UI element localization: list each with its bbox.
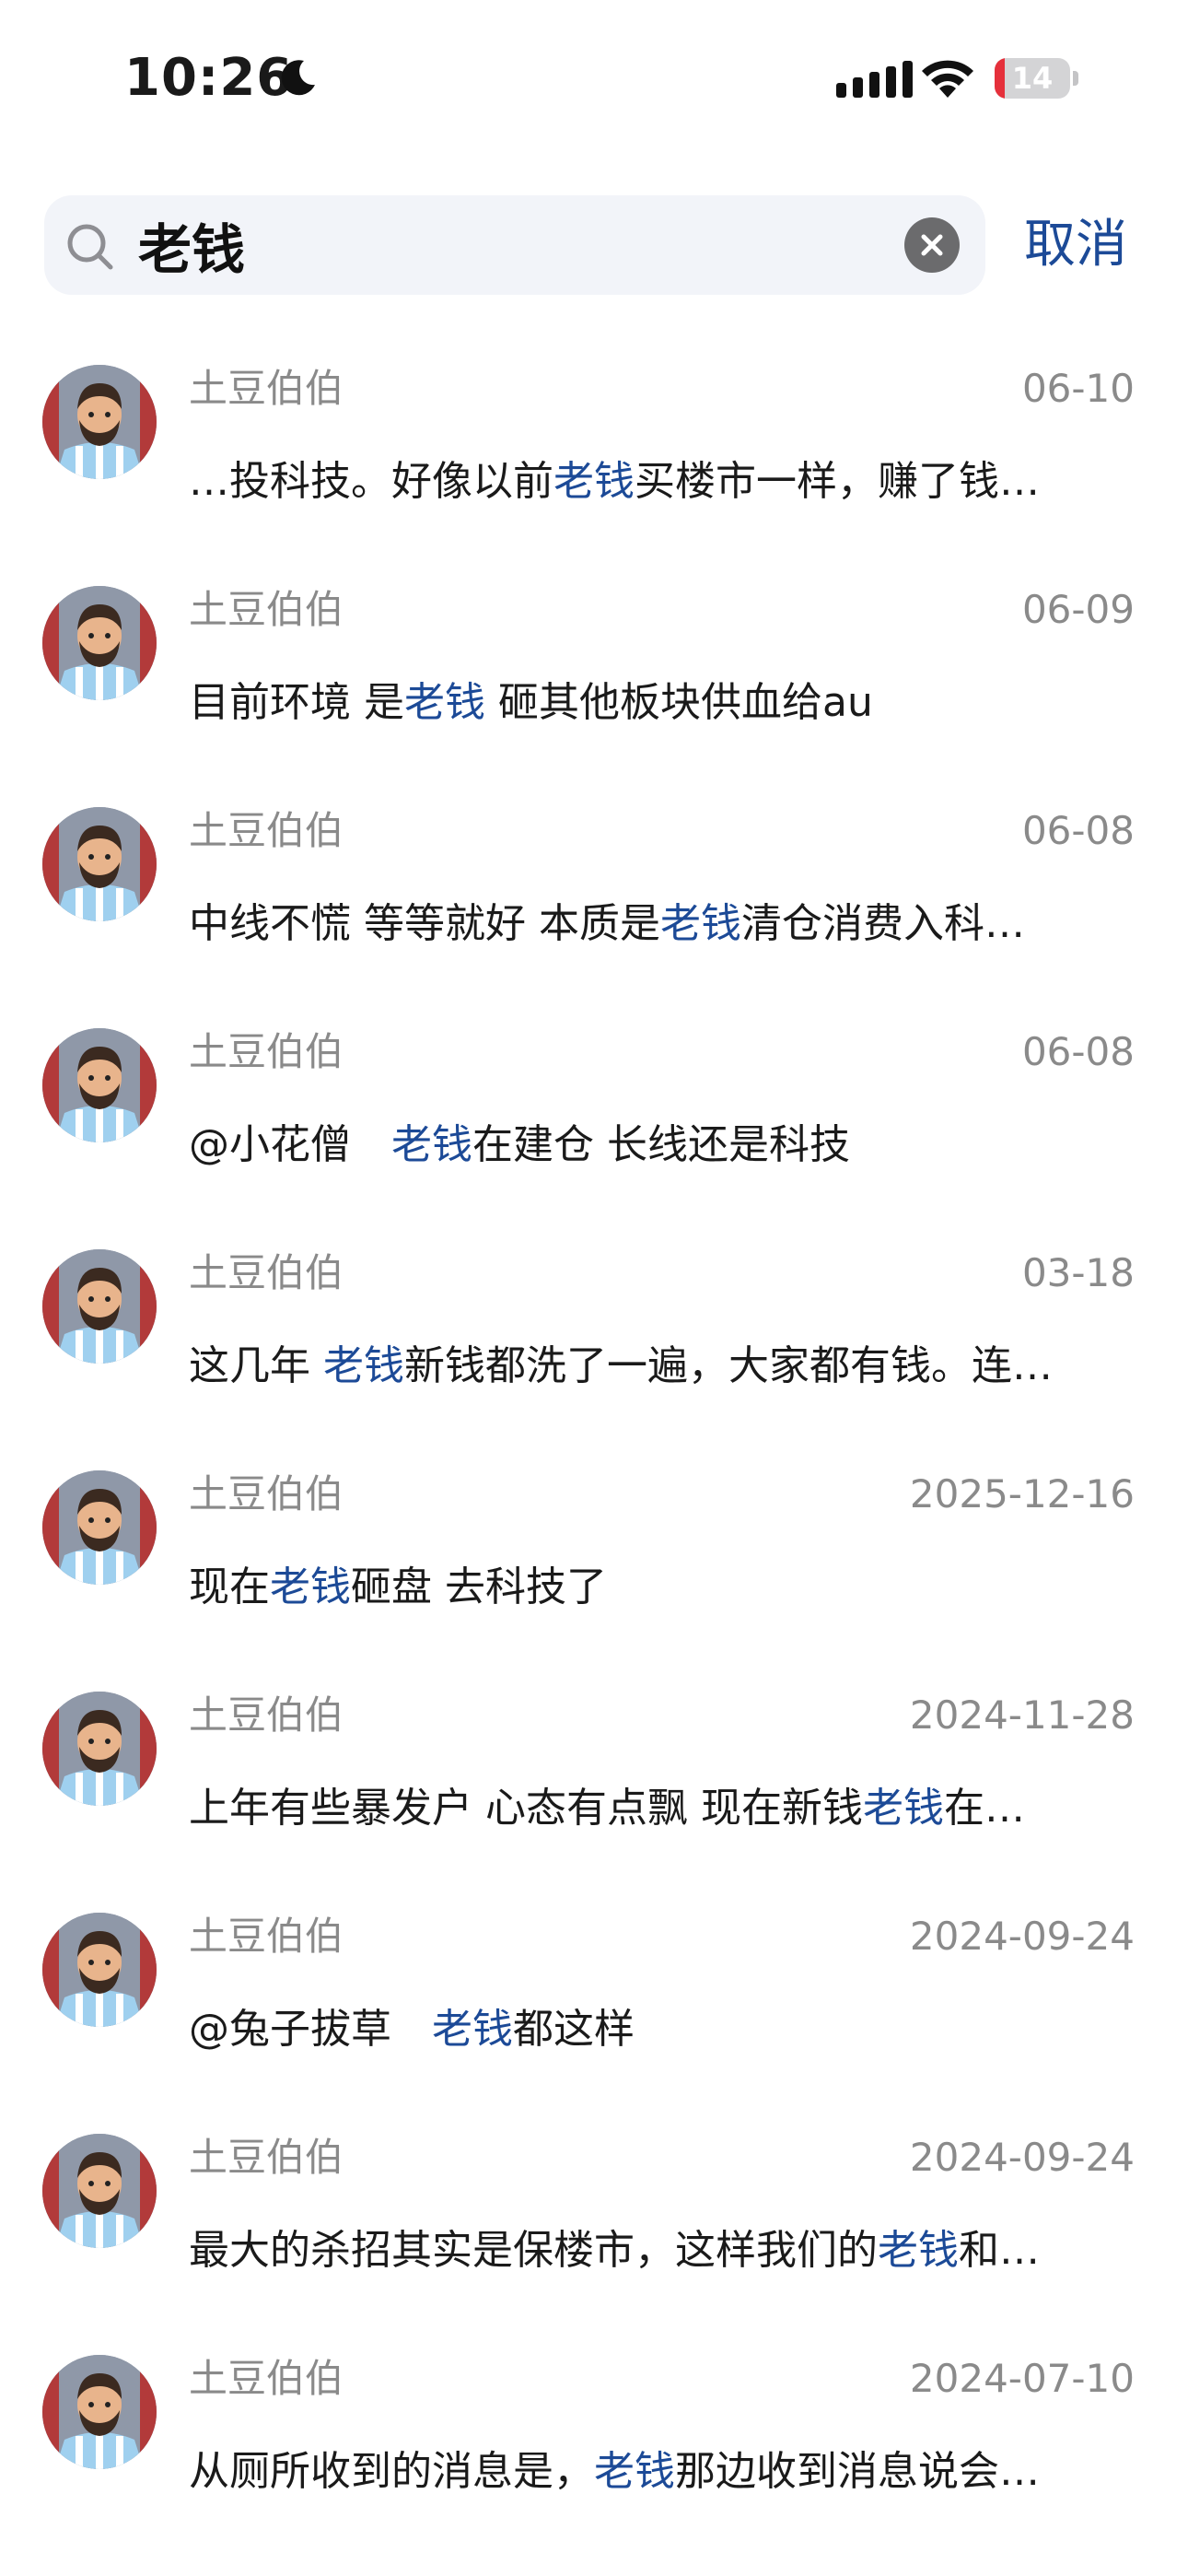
snippet-highlight: 老钱 [878,2227,959,2274]
snippet-post: 砸盘 去科技了 [351,1563,607,1610]
username: 土豆伯伯 [189,808,344,853]
avatar[interactable] [42,807,157,921]
post-date: 03-18 [1021,1250,1135,1295]
snippet-highlight: 老钱 [659,900,741,947]
list-item[interactable]: 土豆伯伯 03-18 这几年 老钱新钱都洗了一遍，大家都有钱。连… [0,1235,1188,1456]
snippet-post: 在… [943,1785,1025,1832]
snippet-post: 和… [959,2227,1040,2274]
list-item[interactable]: 土豆伯伯 06-08 中线不慌 等等就好 本质是老钱清仓消费入科… [0,792,1188,1013]
username: 土豆伯伯 [189,1471,344,1516]
snippet-highlight: 老钱 [594,2448,675,2495]
avatar[interactable] [42,1692,157,1806]
post-date: 2024-07-10 [909,2356,1135,2401]
snippet-post: 都这样 [513,2006,635,2053]
username: 土豆伯伯 [189,1029,344,1074]
snippet-post: 清仓消费入科… [740,900,1025,947]
snippet-pre: 上年有些暴发户 心态有点飘 现在新钱 [189,1785,863,1832]
snippet-post: 买楼市一样，赚了钱… [635,458,1040,505]
post-date: 2025-12-16 [909,1471,1135,1516]
snippet-pre: 从厕所收到的消息是， [189,2448,594,2495]
post-date: 06-10 [1021,366,1135,411]
avatar[interactable] [42,586,157,700]
post-date: 2024-11-28 [909,1692,1135,1738]
avatar[interactable] [42,2134,157,2248]
username: 土豆伯伯 [189,366,344,411]
snippet-highlight: 老钱 [391,1121,472,1168]
comment-snippet: 从厕所收到的消息是，老钱那边收到消息说会… [189,2443,1137,2500]
list-item[interactable]: 土豆伯伯 2024-09-24 @兔子拔草 老钱都这样 [0,1898,1188,2119]
snippet-post: 新钱都洗了一遍，大家都有钱。连… [404,1342,1053,1389]
list-item[interactable]: 土豆伯伯 2024-07-10 从厕所收到的消息是，老钱那边收到消息说会… [0,2340,1188,2561]
search-icon [67,224,113,270]
comment-snippet: 目前环境 是老钱 砸其他板块供血给au [189,674,1137,732]
post-date: 06-08 [1021,1029,1135,1074]
status-time: 10:26 [124,48,294,108]
cellular-signal-icon [836,61,913,98]
username: 土豆伯伯 [189,587,344,632]
search-bar [44,195,985,295]
post-date: 2024-09-24 [909,2135,1135,2180]
avatar[interactable] [42,2355,157,2469]
snippet-pre: 现在 [189,1563,270,1610]
snippet-highlight: 老钱 [323,1342,404,1389]
snippet-highlight: 老钱 [432,2006,513,2053]
snippet-highlight: 老钱 [270,1563,351,1610]
comment-snippet: 现在老钱砸盘 去科技了 [189,1559,1137,1616]
snippet-post: 在建仓 长线还是科技 [472,1121,850,1168]
username: 土豆伯伯 [189,1914,344,1959]
username: 土豆伯伯 [189,1250,344,1295]
list-item[interactable]: 土豆伯伯 06-08 @小花僧 老钱在建仓 长线还是科技 [0,1013,1188,1235]
avatar[interactable] [42,365,157,479]
snippet-highlight: 老钱 [553,458,635,505]
avatar[interactable] [42,1913,157,2027]
snippet-highlight: 老钱 [404,679,485,726]
snippet-pre: 这几年 [189,1342,323,1389]
list-item[interactable]: 土豆伯伯 2024-11-28 上年有些暴发户 心态有点飘 现在新钱老钱在… [0,1677,1188,1898]
comment-snippet: 中线不慌 等等就好 本质是老钱清仓消费入科… [189,896,1137,953]
list-item[interactable]: 土豆伯伯 06-09 目前环境 是老钱 砸其他板块供血给au [0,571,1188,792]
snippet-pre: …投科技。好像以前 [189,458,553,505]
snippet-highlight: 老钱 [862,1785,944,1832]
snippet-pre: @小花僧 [189,1121,391,1168]
status-bar: 10:26 14 [0,0,1188,157]
search-input[interactable] [138,208,893,282]
close-icon [921,234,943,256]
comment-snippet: 上年有些暴发户 心态有点飘 现在新钱老钱在… [189,1780,1137,1837]
search-results-list: 土豆伯伯 06-10 …投科技。好像以前老钱买楼市一样，赚了钱… 土豆伯伯 06… [0,350,1188,2561]
list-item[interactable]: 土豆伯伯 2025-12-16 现在老钱砸盘 去科技了 [0,1456,1188,1677]
post-date: 06-09 [1021,587,1135,632]
list-item[interactable]: 土豆伯伯 2024-09-24 最大的杀招其实是保楼市，这样我们的老钱和… [0,2119,1188,2340]
snippet-pre: 最大的杀招其实是保楼市，这样我们的 [189,2227,878,2274]
snippet-post: 砸其他板块供血给au [485,679,873,726]
cancel-button[interactable]: 取消 [1024,206,1127,284]
post-date: 2024-09-24 [909,1914,1135,1959]
username: 土豆伯伯 [189,2356,344,2401]
comment-snippet: …投科技。好像以前老钱买楼市一样，赚了钱… [189,453,1137,510]
username: 土豆伯伯 [189,2135,344,2180]
comment-snippet: @小花僧 老钱在建仓 长线还是科技 [189,1117,1137,1174]
snippet-pre: @兔子拔草 [189,2006,432,2053]
list-item[interactable]: 土豆伯伯 06-10 …投科技。好像以前老钱买楼市一样，赚了钱… [0,350,1188,571]
snippet-pre: 目前环境 是 [189,679,404,726]
comment-snippet: @兔子拔草 老钱都这样 [189,2001,1137,2058]
snippet-pre: 中线不慌 等等就好 本质是 [189,900,660,947]
battery-level: 14 [1011,61,1054,96]
comment-snippet: 这几年 老钱新钱都洗了一遍，大家都有钱。连… [189,1338,1137,1395]
username: 土豆伯伯 [189,1692,344,1738]
avatar[interactable] [42,1470,157,1585]
avatar[interactable] [42,1249,157,1364]
clear-search-button[interactable] [904,217,960,273]
post-date: 06-08 [1021,808,1135,853]
avatar[interactable] [42,1028,157,1142]
wifi-icon [922,60,973,98]
snippet-post: 那边收到消息说会… [675,2448,1040,2495]
moon-icon [281,60,315,96]
battery-icon: 14 [995,58,1079,99]
comment-snippet: 最大的杀招其实是保楼市，这样我们的老钱和… [189,2222,1137,2279]
